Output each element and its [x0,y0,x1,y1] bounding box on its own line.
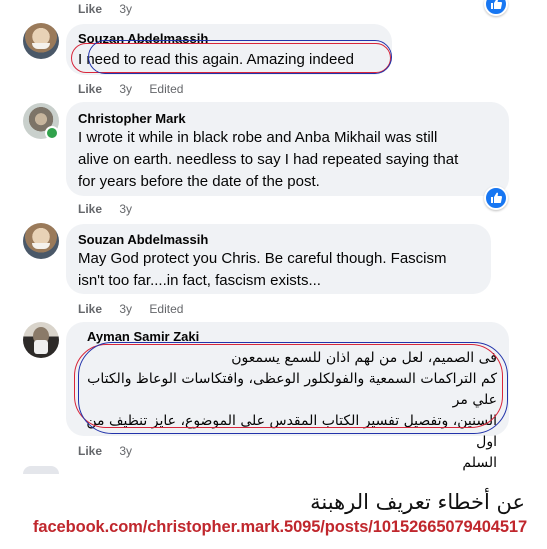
source-url[interactable]: facebook.com/christopher.mark.5095/posts… [33,518,527,537]
timestamp[interactable]: 3y [119,202,132,216]
avatar[interactable] [23,23,59,59]
like-link[interactable]: Like [78,302,102,316]
comment-text-line: isn't too far....in fact, fascism exists… [78,272,321,289]
comment-actions: Like 3y [78,201,146,217]
comment-text-line: May God protect you Chris. Be careful th… [78,250,447,267]
comment-text-line: I wrote it while in black robe and Anba … [78,129,438,146]
like-reaction-icon[interactable] [484,0,508,16]
online-status-icon [45,126,59,140]
comment-bubble: Ayman Samir Zaki فى الصميم، لعل من لهم ا… [66,322,509,471]
timestamp[interactable]: 3y [119,302,132,316]
comment-author[interactable]: Christopher Mark [78,111,497,127]
comment-actions: Like 3y [78,1,146,17]
like-link[interactable]: Like [78,2,102,16]
comment-bubble: Christopher Mark I wrote it while in bla… [66,102,509,196]
comment-author[interactable]: Souzan Abdelmassih [78,232,479,248]
comment-text-line: alive on earth. needless to say I had re… [78,151,459,168]
comment-actions: Like 3y [78,443,146,459]
timestamp[interactable]: 3y [119,444,132,458]
caption-title: عن أخطاء تعريف الرهبنة [310,490,525,514]
comment-text-line: فى الصميم، لعل من لهم اذان للسمع يسمعون [231,350,497,366]
avatar[interactable] [23,223,59,259]
timestamp[interactable]: 3y [119,2,132,16]
comment-author[interactable]: Ayman Samir Zaki [87,329,497,345]
comment-author[interactable]: Souzan Abdelmassih [78,31,380,47]
edited-label[interactable]: Edited [149,82,183,96]
avatar[interactable] [23,466,59,474]
edited-label[interactable]: Edited [149,302,183,316]
comment-text-line: for years before the date of the post. [78,173,320,190]
like-link[interactable]: Like [78,82,102,96]
like-link[interactable]: Like [78,202,102,216]
like-reaction-icon[interactable] [484,186,508,210]
avatar[interactable] [23,322,59,358]
comment-actions: Like 3y Edited [78,301,197,317]
comment-bubble: Souzan Abdelmassih May God protect you C… [66,224,491,294]
comment-bubble: Souzan Abdelmassih I need to read this a… [66,24,392,75]
timestamp[interactable]: 3y [119,82,132,96]
like-link[interactable]: Like [78,444,102,458]
comment-text-line: كم التراكمات السمعية والفولكلور الوعظى، … [87,371,497,408]
divider [0,474,547,475]
comment-actions: Like 3y Edited [78,81,197,97]
comment-text: I need to read this again. Amazing indee… [78,51,355,68]
